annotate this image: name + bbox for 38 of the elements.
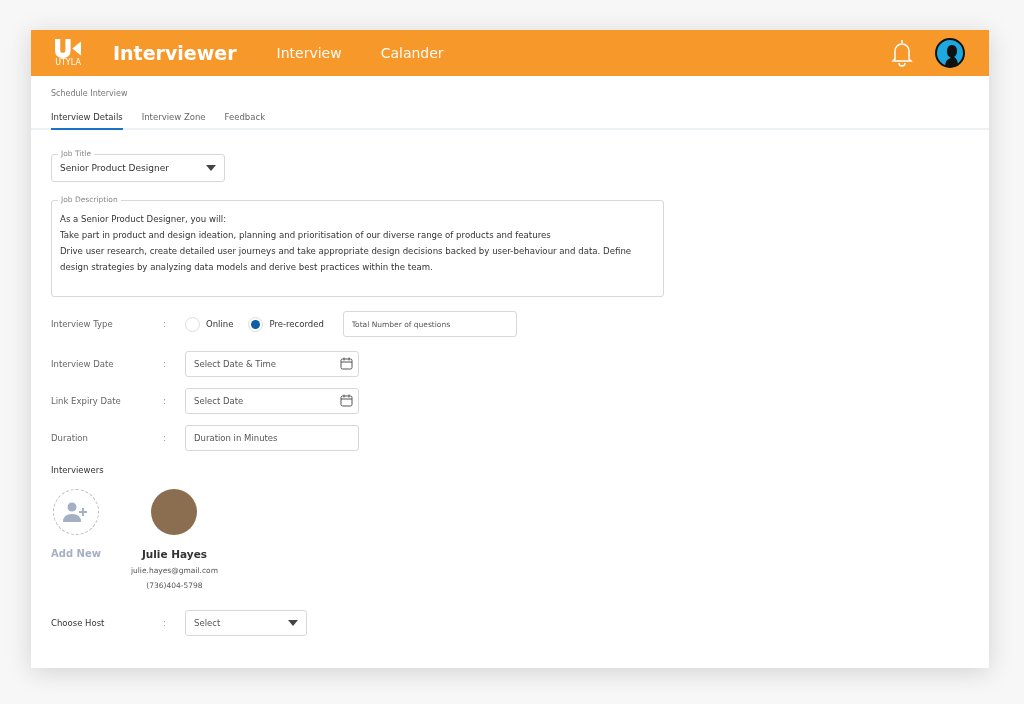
add-user-icon xyxy=(62,502,89,522)
field-label: Link Expiry Date xyxy=(51,396,122,406)
calendar-icon[interactable] xyxy=(340,357,353,370)
host-select[interactable]: Select xyxy=(185,610,307,636)
colon-text: : xyxy=(163,396,167,406)
photo-placeholder xyxy=(151,489,198,535)
select-placeholder: Select xyxy=(194,618,221,628)
caret-icon xyxy=(206,165,216,171)
logo-text: UTYLA xyxy=(55,58,81,67)
caret-icon xyxy=(288,620,298,626)
select-value: Senior Product Designer xyxy=(60,163,169,173)
person-name: Julie Hayes xyxy=(141,548,207,560)
section-heading: Interviewers xyxy=(51,465,105,475)
radio-option[interactable]: Pre-recorded xyxy=(248,316,324,332)
app-title: Interviewer xyxy=(113,42,237,64)
description-text: Take part in product and design ideation, planning and prioritisation of our diverse range of products and features xyxy=(60,229,552,242)
colon-text: : xyxy=(163,359,167,369)
input-field[interactable]: Select Date & Time xyxy=(185,351,359,377)
description-text: Drive user research, create detailed user journeys and take appropriate design decisions backed by user-behaviour and data. Define design strategies by analyzing data models and derive best practices within the team. xyxy=(60,245,633,274)
calendar-icon[interactable] xyxy=(340,394,353,407)
input-field[interactable]: Select Date xyxy=(185,388,359,414)
tab[interactable]: Feedback xyxy=(224,112,266,130)
field-label: Choose Host xyxy=(51,618,106,628)
tab[interactable]: Interview Details xyxy=(51,112,123,130)
bell-icon[interactable] xyxy=(891,39,913,67)
colon-text: : xyxy=(163,319,167,329)
field-label: Interview Date xyxy=(51,359,115,369)
field-label: Duration xyxy=(51,433,89,443)
colon-text: : xyxy=(163,618,167,628)
field-label: Interview Type xyxy=(51,319,114,329)
colon-text: : xyxy=(163,433,167,443)
avatar-icon[interactable] xyxy=(935,38,965,68)
description-text: As a Senior Product Designer, you will: xyxy=(60,213,228,226)
tab[interactable]: Interview Zone xyxy=(141,112,206,130)
breadcrumb: Schedule Interview xyxy=(51,89,129,98)
input-field[interactable]: Duration in Minutes xyxy=(185,425,359,451)
radio-option[interactable]: Online xyxy=(185,316,234,332)
logo-icon xyxy=(53,39,83,58)
